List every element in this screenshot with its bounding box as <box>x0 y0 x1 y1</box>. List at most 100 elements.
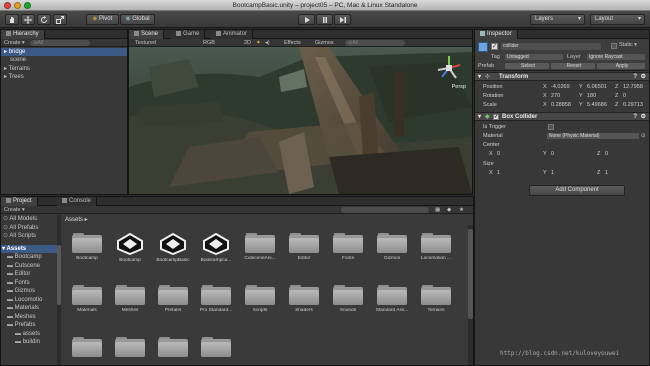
filter-type-icon[interactable]: ▦ <box>435 206 440 214</box>
tab-hierarchy[interactable]: Hierarchy <box>1 30 45 39</box>
hand-tool-button[interactable] <box>5 14 19 25</box>
folder-item[interactable]: ▬ Materials <box>1 304 57 313</box>
static-checkbox[interactable] <box>611 43 617 49</box>
folder-item[interactable]: ▬ Editor <box>1 270 57 279</box>
breadcrumb[interactable]: Assets ▸ <box>65 216 88 223</box>
add-component-button[interactable]: Add Component <box>529 185 625 196</box>
search-filter-item[interactable]: ⊙ All Scripts <box>1 232 57 241</box>
asset-item[interactable] <box>196 337 236 357</box>
hierarchy-search-input[interactable]: ⊙All <box>30 39 91 46</box>
search-filter-item[interactable]: ⊙ All Models <box>1 215 57 224</box>
filter-label-icon[interactable]: ◆ <box>447 206 451 214</box>
hierarchy-item[interactable]: ▸ Trees <box>1 73 127 81</box>
hierarchy-item[interactable]: scene <box>1 56 127 64</box>
center-x-field[interactable]: 0 <box>497 150 500 158</box>
step-button[interactable] <box>334 14 351 25</box>
is-trigger-checkbox[interactable] <box>548 124 554 130</box>
asset-item[interactable] <box>153 337 193 357</box>
create-dropdown[interactable]: Create <box>4 207 21 213</box>
help-icon[interactable]: ? <box>633 113 637 121</box>
object-picker-icon[interactable]: ⊙ <box>641 132 646 140</box>
scale-y-field[interactable]: 5.49686 <box>587 101 607 109</box>
object-name-input[interactable]: collider <box>501 43 601 50</box>
tab-project[interactable]: Project <box>1 197 38 206</box>
static-dropdown[interactable]: Static ▾ <box>619 42 637 48</box>
asset-item[interactable]: Prefabs <box>153 285 193 313</box>
position-y-field[interactable]: 6.06501 <box>587 83 607 91</box>
persp-label[interactable]: Persp <box>452 84 466 90</box>
scale-tool-button[interactable] <box>53 14 67 25</box>
asset-item[interactable]: Gizmos <box>372 233 412 261</box>
scale-z-field[interactable]: 0.29713 <box>623 101 643 109</box>
prefab-apply-button[interactable]: Apply <box>597 63 645 69</box>
asset-item[interactable]: Bootcampca... <box>196 233 236 263</box>
gear-icon[interactable]: ⚙ <box>641 73 646 81</box>
tag-dropdown[interactable]: Untagged <box>505 54 563 60</box>
create-dropdown[interactable]: Create <box>4 40 21 46</box>
tab-console[interactable]: Console <box>57 197 98 206</box>
pivot-toggle[interactable]: ◈ Pivot <box>86 14 119 25</box>
asset-item[interactable]: Materials <box>67 285 107 313</box>
rotation-z-field[interactable]: 0 <box>623 92 626 100</box>
tab-animator[interactable]: Animator <box>211 30 254 39</box>
center-z-field[interactable]: 0 <box>605 150 608 158</box>
gear-icon[interactable]: ⚙ <box>641 113 646 121</box>
pause-button[interactable] <box>316 14 333 25</box>
folder-item[interactable]: ▬ buildin <box>1 338 57 347</box>
play-button[interactable] <box>298 14 315 25</box>
rotation-y-field[interactable]: 180 <box>587 92 596 100</box>
center-y-field[interactable]: 0 <box>551 150 554 158</box>
audio-icon[interactable]: ◂) <box>265 39 270 47</box>
size-x-field[interactable]: 1 <box>497 169 500 177</box>
asset-item[interactable] <box>110 337 150 357</box>
asset-item[interactable]: Editor <box>284 233 324 261</box>
hierarchy-item[interactable]: ▸ bridge <box>1 48 127 57</box>
asset-item[interactable]: Fonts <box>328 233 368 261</box>
project-search-input[interactable] <box>341 207 429 213</box>
folder-item-assets[interactable]: ▾ Assets <box>1 244 57 253</box>
asset-item[interactable]: Terrains <box>416 285 456 313</box>
asset-item[interactable] <box>67 337 107 357</box>
2d-toggle[interactable]: 2D <box>244 39 251 47</box>
folder-item[interactable]: ▬ Meshes <box>1 313 57 322</box>
effects-dropdown[interactable]: Effects <box>284 39 301 47</box>
asset-item[interactable]: Meshes <box>110 285 150 313</box>
scale-x-field[interactable]: 0.28858 <box>551 101 571 109</box>
material-field[interactable]: None (Physic Material) <box>547 133 639 139</box>
layer-dropdown[interactable]: Ignore Raycast <box>587 54 645 60</box>
favorite-icon[interactable]: ★ <box>459 206 464 214</box>
asset-item[interactable]: Scripts <box>240 285 280 313</box>
asset-item[interactable]: Standard Ass... <box>372 285 412 313</box>
tab-inspector[interactable]: Inspector <box>475 30 518 39</box>
tab-game[interactable]: Game <box>171 30 206 39</box>
component-enabled-checkbox[interactable]: ✓ <box>493 114 499 120</box>
render-mode-dropdown[interactable]: Textured <box>135 39 156 47</box>
asset-item[interactable]: BootcampBasic <box>153 233 193 263</box>
hierarchy-item[interactable]: ▸ Terrains <box>1 65 127 73</box>
tree-scroll-thumb[interactable] <box>57 245 61 305</box>
asset-scrollbar[interactable] <box>468 225 473 365</box>
tree-scrollbar[interactable] <box>57 215 61 365</box>
position-z-field[interactable]: 12.7958 <box>623 83 643 91</box>
folder-item[interactable]: ▬ Fonts <box>1 279 57 288</box>
close-window-button[interactable] <box>4 2 11 9</box>
folder-item[interactable]: ▬ assets <box>1 330 57 339</box>
asset-scroll-thumb[interactable] <box>468 229 473 319</box>
layers-dropdown[interactable]: Layers ▾ <box>530 14 585 25</box>
size-y-field[interactable]: 1 <box>551 169 554 177</box>
color-mode-dropdown[interactable]: RGB <box>203 39 215 47</box>
layout-dropdown[interactable]: Layout ▾ <box>590 14 645 25</box>
prefab-select-button[interactable]: Select <box>505 63 549 69</box>
gizmos-dropdown[interactable]: Gizmos <box>315 39 334 47</box>
rotate-tool-button[interactable] <box>37 14 51 25</box>
minimize-window-button[interactable] <box>14 2 21 9</box>
asset-item[interactable]: Bootcamp <box>110 233 150 263</box>
scene-viewport[interactable]: Persp <box>129 47 472 194</box>
folder-item[interactable]: ▬ Prefabs <box>1 321 57 330</box>
folder-item[interactable]: ▬ Bootcamp <box>1 253 57 262</box>
global-toggle[interactable]: ◉ Global <box>120 14 155 25</box>
help-icon[interactable]: ? <box>633 73 637 81</box>
asset-item[interactable]: Bootcamp <box>67 233 107 261</box>
zoom-window-button[interactable] <box>24 2 31 9</box>
asset-item[interactable]: Sounds <box>328 285 368 313</box>
